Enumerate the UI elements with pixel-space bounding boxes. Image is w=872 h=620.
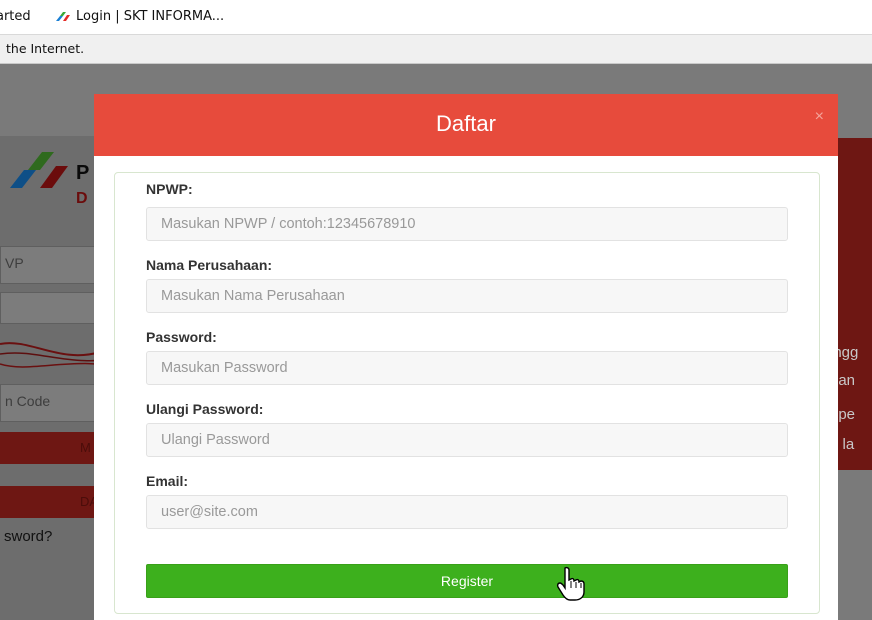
bg-forgot-password: sword? (4, 528, 53, 545)
company-name-input[interactable] (146, 279, 788, 313)
npwp-input[interactable] (146, 207, 788, 241)
favorite-item-login-skt[interactable]: Login | SKT INFORMA... (76, 9, 224, 24)
pertamina-favicon-icon (56, 12, 70, 21)
email-label: Email: (146, 473, 189, 489)
npwp-label: NPWP: (146, 181, 193, 197)
favorites-bar: arted Login | SKT INFORMA... (0, 0, 872, 35)
register-modal: Daftar × NPWP: Nama Perusahaan: Password… (94, 94, 838, 620)
hand-pointer-icon (556, 566, 585, 601)
security-notice-bar: the Internet. (0, 35, 872, 64)
notice-text: the Internet. (6, 41, 85, 56)
modal-header: Daftar × (94, 94, 838, 156)
pertamina-logo-icon (10, 152, 68, 188)
company-name-label: Nama Perusahaan: (146, 257, 273, 273)
password-input[interactable] (146, 351, 788, 385)
favorite-item-getting-started[interactable]: arted (0, 9, 31, 24)
confirm-password-input[interactable] (146, 423, 788, 457)
close-icon[interactable]: × (815, 108, 824, 126)
modal-title: Daftar (436, 111, 496, 136)
register-button[interactable]: Register (146, 564, 788, 598)
logo-subtext: D (76, 190, 88, 207)
email-input[interactable] (146, 495, 788, 529)
confirm-password-label: Ulangi Password: (146, 401, 264, 417)
password-label: Password: (146, 329, 217, 345)
register-form: NPWP: Nama Perusahaan: Password: Ulangi … (114, 172, 820, 614)
logo-text: P (76, 162, 90, 184)
